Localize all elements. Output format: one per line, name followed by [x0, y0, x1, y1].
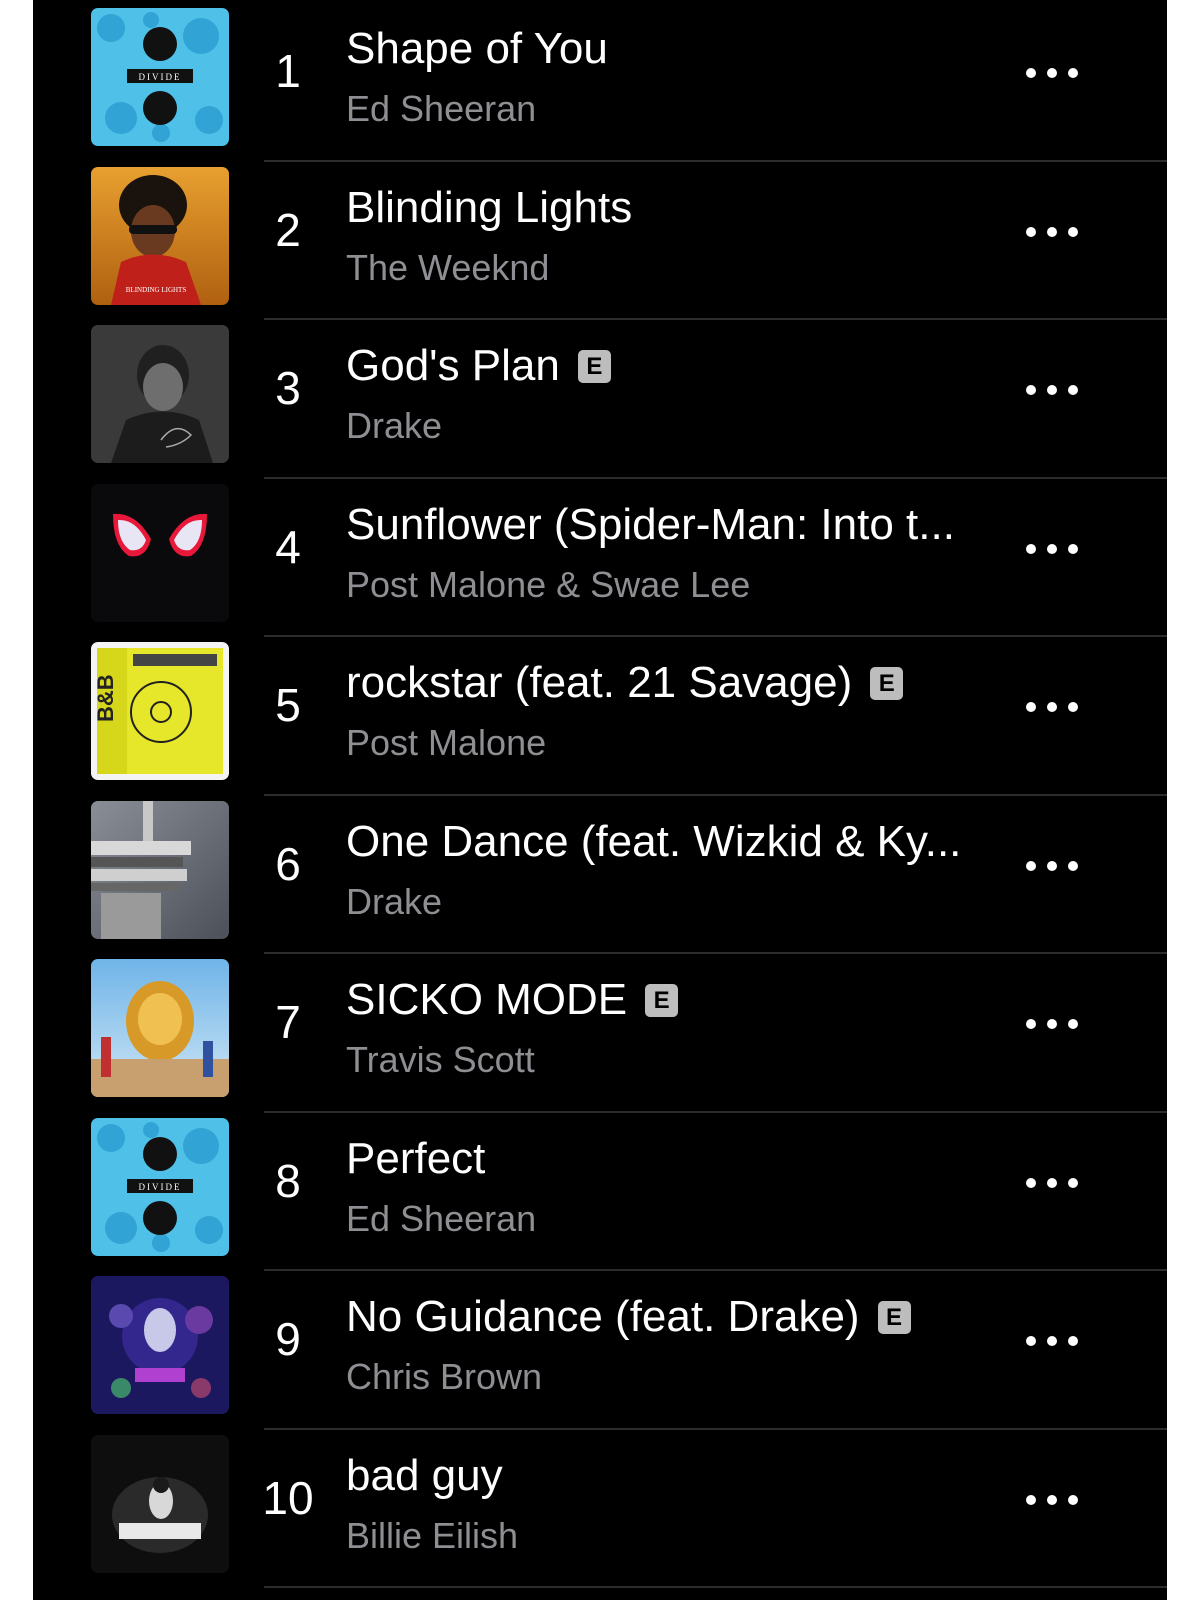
- song-title-line: Shape of You: [346, 24, 1046, 74]
- chart-rank: 1: [275, 45, 301, 97]
- song-title: bad guy: [346, 1450, 503, 1500]
- chart-rank: 5: [275, 679, 301, 731]
- album-artwork: [91, 800, 229, 939]
- album-artwork: [91, 325, 229, 463]
- song-title-line: rockstar (feat. 21 Savage) E: [346, 658, 1046, 708]
- song-title: No Guidance (feat. Drake): [346, 1292, 860, 1341]
- explicit-badge: E: [870, 666, 904, 700]
- song-title: One Dance (feat. Wizkid & Ky...: [346, 816, 962, 866]
- more-options-icon[interactable]: [1026, 694, 1078, 720]
- song-row[interactable]: 3 God's Plan E Drake: [33, 317, 1167, 479]
- svg-text:DIVIDE: DIVIDE: [139, 72, 182, 82]
- song-row[interactable]: 6 One Dance (feat. Wizkid & Ky... Drake: [33, 793, 1167, 955]
- song-artist: Drake: [346, 880, 443, 922]
- song-artist: Ed Sheeran: [346, 1197, 537, 1239]
- song-title: SICKO MODE: [346, 975, 628, 1024]
- more-options-icon[interactable]: [1026, 60, 1078, 86]
- song-list-panel: DIVIDE 1 Shape of You Ed Sheeran BLINDING …: [33, 0, 1167, 1600]
- song-artist: Drake: [346, 405, 443, 446]
- chart-rank: 4: [275, 520, 301, 573]
- more-options-icon[interactable]: [1026, 219, 1078, 245]
- song-title-line: One Dance (feat. Wizkid & Ky...: [346, 817, 1046, 867]
- more-options-icon[interactable]: [1026, 1328, 1078, 1354]
- song-artist: Chris Brown: [346, 1356, 543, 1397]
- more-options-icon[interactable]: [1026, 853, 1078, 879]
- album-artwork: DIVIDE: [91, 8, 229, 146]
- svg-text:B&B: B&B: [93, 674, 118, 722]
- song-artist: Ed Sheeran: [346, 88, 537, 129]
- chart-rank: 6: [275, 837, 301, 890]
- album-artwork: DIVIDE: [91, 1117, 229, 1256]
- chart-rank: 3: [275, 362, 301, 414]
- song-title-line: God's Plan E: [346, 341, 1046, 391]
- song-title-line: bad guy: [346, 1451, 1046, 1501]
- album-artwork: [91, 1434, 229, 1573]
- more-options-icon[interactable]: [1026, 1170, 1078, 1196]
- song-title: Perfect: [346, 1133, 486, 1183]
- explicit-badge: E: [877, 1300, 911, 1334]
- album-artwork: [91, 483, 229, 622]
- album-artwork: B&B: [91, 642, 229, 780]
- song-row[interactable]: 10 bad guy Billie Eilish: [33, 1427, 1167, 1589]
- chart-rank: 8: [275, 1154, 301, 1207]
- song-row[interactable]: DIVIDE 8 Perfect Ed Sheeran: [33, 1110, 1167, 1272]
- song-artist: Post Malone & Swae Lee: [346, 563, 751, 605]
- song-row[interactable]: B&B 5 rockstar (feat. 21 Savage) E Post Mal…: [33, 634, 1167, 796]
- song-title-line: Sunflower (Spider-Man: Into t...: [346, 500, 1046, 550]
- chart-rank: 7: [275, 996, 301, 1048]
- song-title-line: No Guidance (feat. Drake) E: [346, 1292, 1046, 1342]
- album-artwork: BLINDING LIGHTS: [91, 166, 229, 305]
- song-title-line: Perfect: [346, 1134, 1046, 1184]
- song-artist: Post Malone: [346, 722, 547, 763]
- more-options-icon[interactable]: [1026, 1487, 1078, 1513]
- explicit-badge: E: [577, 349, 611, 383]
- album-artwork: [91, 959, 229, 1097]
- more-options-icon[interactable]: [1026, 536, 1078, 562]
- song-row[interactable]: 4 Sunflower (Spider-Man: Into t... Post Ma…: [33, 476, 1167, 638]
- song-artist: Travis Scott: [346, 1039, 535, 1080]
- song-title-line: Blinding Lights: [346, 183, 1046, 233]
- explicit-badge: E: [645, 983, 679, 1017]
- song-row[interactable]: BLINDING LIGHTS 2 Blinding Lights The Week…: [33, 159, 1167, 321]
- song-title: God's Plan: [346, 341, 560, 390]
- svg-text:BLINDING LIGHTS: BLINDING LIGHTS: [126, 286, 187, 294]
- song-title: Sunflower (Spider-Man: Into t...: [346, 499, 955, 549]
- more-options-icon[interactable]: [1026, 377, 1078, 403]
- chart-rank: 10: [262, 1471, 314, 1524]
- song-title: Blinding Lights: [346, 182, 633, 232]
- song-row[interactable]: 9 No Guidance (feat. Drake) E Chris Brown: [33, 1268, 1167, 1430]
- row-separator: [264, 1586, 1167, 1589]
- song-title-line: SICKO MODE E: [346, 975, 1046, 1025]
- chart-rank: 9: [275, 1313, 301, 1365]
- song-title: rockstar (feat. 21 Savage): [346, 658, 853, 707]
- song-artist: The Weeknd: [346, 246, 550, 288]
- song-row[interactable]: 7 SICKO MODE E Travis Scott: [33, 951, 1167, 1113]
- song-row[interactable]: DIVIDE 1 Shape of You Ed Sheeran: [33, 0, 1167, 162]
- more-options-icon[interactable]: [1026, 1011, 1078, 1037]
- song-title: Shape of You: [346, 24, 608, 73]
- chart-rank: 2: [275, 203, 301, 256]
- svg-text:DIVIDE: DIVIDE: [139, 1182, 182, 1192]
- album-artwork: [91, 1276, 229, 1414]
- song-artist: Billie Eilish: [346, 1514, 519, 1556]
